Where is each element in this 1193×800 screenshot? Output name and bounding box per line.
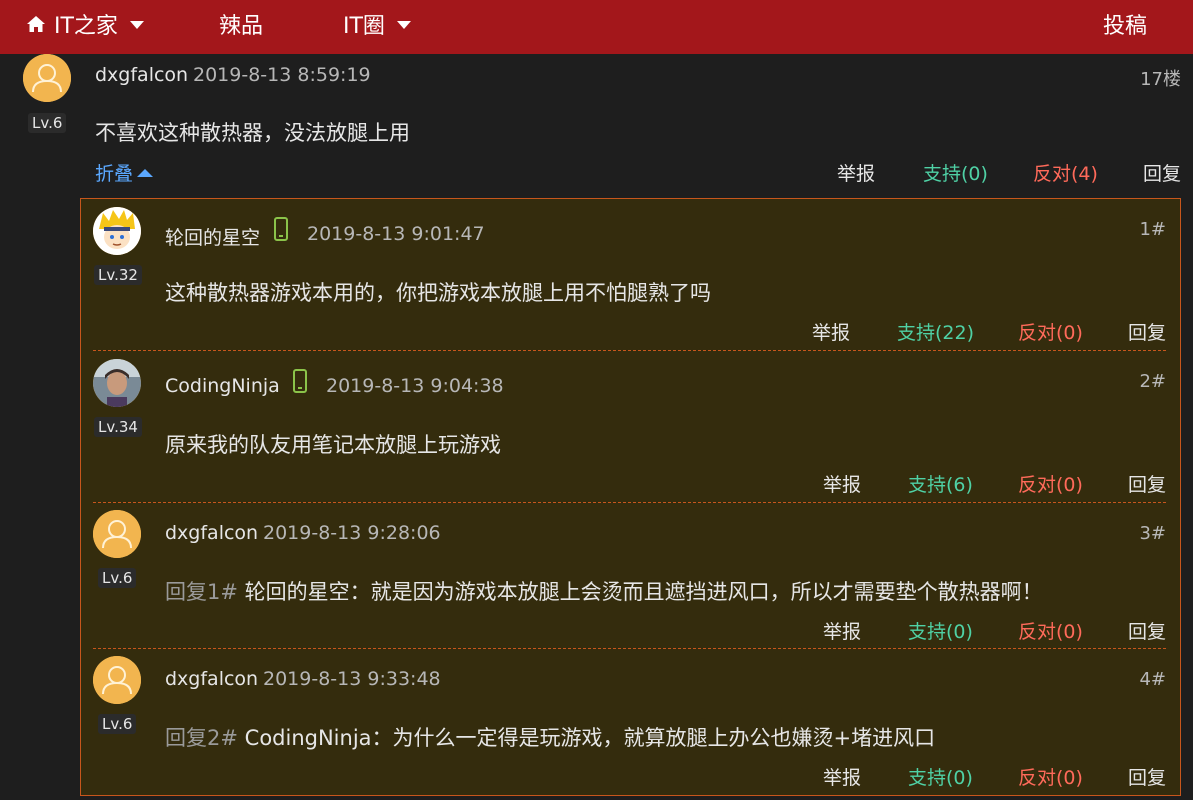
reply-prefix: 回复2# [165,726,238,750]
post-time: 2019-8-13 9:28:06 [263,522,441,544]
post-time: 2019-8-13 8:59:19 [193,64,371,86]
phone-icon [274,217,288,241]
collapse-label: 折叠 [95,163,134,185]
username[interactable]: dxgfalcon [165,668,258,690]
report-button[interactable]: 举报 [823,763,861,790]
reply-button[interactable]: 回复 [1128,763,1166,790]
chevron-up-icon [137,168,154,177]
avatar[interactable] [93,656,141,704]
reply-button[interactable]: 回复 [1128,318,1166,345]
reply-divider [93,502,1166,503]
oppose-button[interactable]: 反对(4) [1033,159,1098,186]
support-button[interactable]: 支持(6) [908,470,973,497]
username[interactable]: dxgfalcon [95,64,188,86]
floor-number: 17楼 [1140,69,1181,90]
oppose-button[interactable]: 反对(0) [1018,318,1083,345]
reply-text: 轮回的星空：就是因为游戏本放腿上会烫而且遮挡进风口，所以才需要垫个散热器啊！ [244,580,1043,604]
reply-content: 原来我的队友用笔记本放腿上玩游戏 [165,429,501,459]
user-level: Lv.6 [98,714,137,734]
reply-prefix: 回复1# [165,580,238,604]
reply-divider [93,648,1166,649]
reply-content: 这种散热器游戏本用的，你把游戏本放腿上用不怕腿熟了吗 [165,277,711,307]
nav-home[interactable]: IT之家 [26,0,144,54]
support-button[interactable]: 支持(0) [908,763,973,790]
default-user-icon [23,54,71,102]
user-level: Lv.34 [94,417,142,437]
photo-avatar-icon [93,359,141,407]
report-button[interactable]: 举报 [823,470,861,497]
floor-number: 3# [1139,523,1166,544]
report-button[interactable]: 举报 [823,617,861,644]
anime-avatar-icon [93,207,141,255]
avatar[interactable] [93,510,141,558]
phone-icon [293,369,307,393]
floor-number: 1# [1139,219,1166,240]
floor-number: 2# [1139,371,1166,392]
nav-circle[interactable]: IT圈 [343,0,411,54]
reply-text: 原来我的队友用笔记本放腿上玩游戏 [165,433,501,457]
support-button[interactable]: 支持(0) [908,617,973,644]
user-level: Lv.6 [98,568,137,588]
username[interactable]: 轮回的星空 [165,223,260,250]
avatar[interactable] [23,54,71,102]
top-navbar: IT之家 辣品 IT圈 投稿 [0,0,1193,54]
username[interactable]: CodingNinja [165,375,280,397]
nav-submit[interactable]: 投稿 [1103,0,1147,54]
username[interactable]: dxgfalcon [165,522,258,544]
user-level: Lv.32 [94,265,142,285]
avatar[interactable] [93,207,141,255]
home-icon [27,16,45,32]
reply-divider [93,350,1166,351]
support-button[interactable]: 支持(0) [923,159,988,186]
oppose-button[interactable]: 反对(0) [1018,470,1083,497]
default-user-icon [93,656,141,704]
default-user-icon [93,510,141,558]
chevron-down-icon [129,21,144,29]
comment-content: 不喜欢这种散热器，没法放腿上用 [95,121,410,145]
collapse-button[interactable]: 折叠 [95,159,154,186]
avatar[interactable] [93,359,141,407]
reply-content: 回复2# CodingNinja：为什么一定得是玩游戏，就算放腿上办公也嫌烫+堵… [165,722,935,752]
reply-text: 这种散热器游戏本用的，你把游戏本放腿上用不怕腿熟了吗 [165,281,711,305]
nav-circle-label: IT圈 [343,14,385,39]
nav-spicy[interactable]: 辣品 [219,0,263,54]
oppose-button[interactable]: 反对(0) [1018,617,1083,644]
reply-button[interactable]: 回复 [1143,159,1181,186]
chevron-down-icon [396,21,411,29]
reply-button[interactable]: 回复 [1128,617,1166,644]
oppose-button[interactable]: 反对(0) [1018,763,1083,790]
user-level: Lv.6 [28,113,67,133]
post-time: 2019-8-13 9:01:47 [307,223,485,245]
reply-content: 回复1# 轮回的星空：就是因为游戏本放腿上会烫而且遮挡进风口，所以才需要垫个散热… [165,576,1043,606]
support-button[interactable]: 支持(22) [897,318,974,345]
nav-home-label: IT之家 [54,14,118,39]
post-time: 2019-8-13 9:33:48 [263,668,441,690]
report-button[interactable]: 举报 [812,318,850,345]
reply-text: CodingNinja：为什么一定得是玩游戏，就算放腿上办公也嫌烫+堵进风口 [244,726,936,750]
post-time: 2019-8-13 9:04:38 [326,375,504,397]
report-button[interactable]: 举报 [837,159,875,186]
floor-number: 4# [1139,669,1166,690]
reply-button[interactable]: 回复 [1128,470,1166,497]
